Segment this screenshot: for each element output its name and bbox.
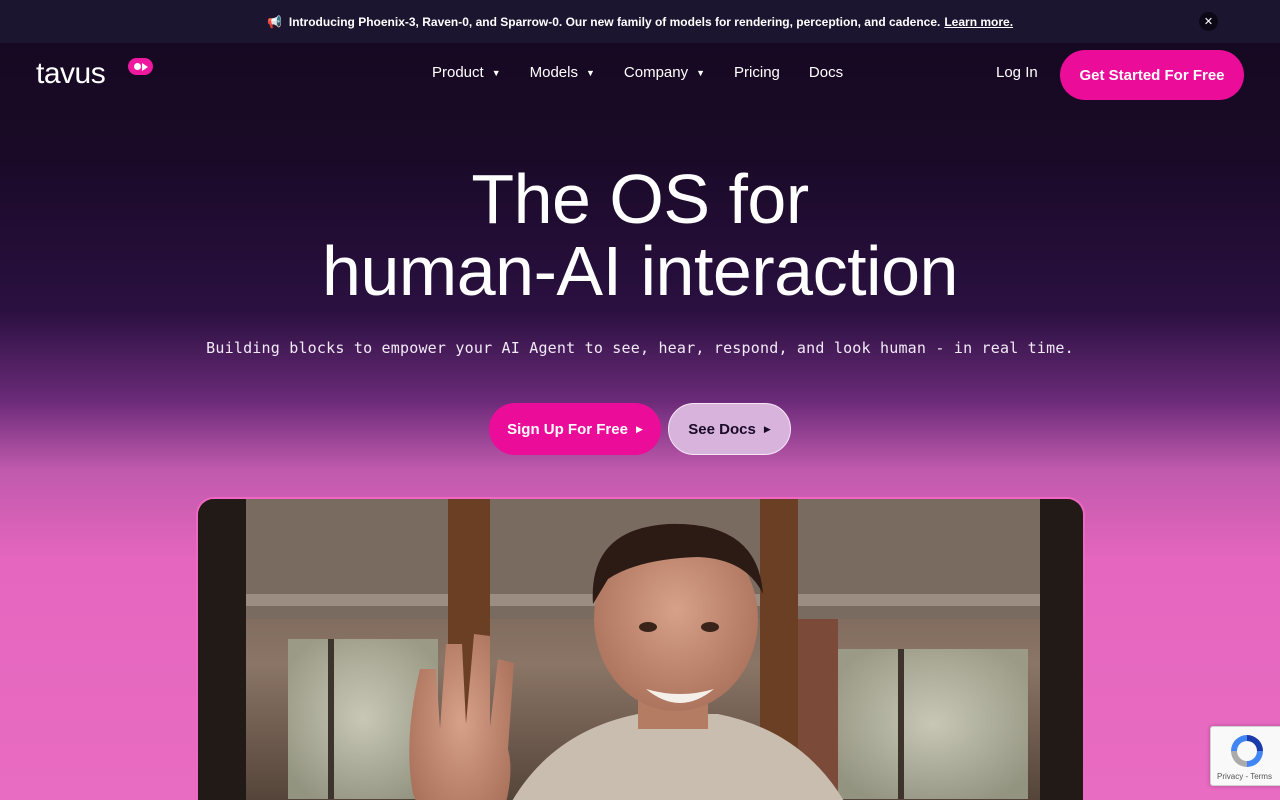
logo-wordmark: tavus bbox=[36, 57, 106, 90]
play-arrow-icon: ▶ bbox=[763, 423, 771, 434]
recaptcha-badge[interactable]: Privacy - Terms bbox=[1210, 726, 1280, 786]
learn-more-link[interactable]: Learn more. bbox=[944, 15, 1013, 29]
caret-down-icon: ▼ bbox=[585, 67, 595, 78]
announcement-text: Introducing Phoenix-3, Raven-0, and Spar… bbox=[288, 14, 941, 29]
nav-item-models[interactable]: Models ▼ bbox=[530, 64, 595, 81]
sign-up-label: Sign Up For Free bbox=[507, 420, 628, 438]
see-docs-label: See Docs bbox=[688, 420, 756, 438]
caret-down-icon: ▼ bbox=[696, 67, 706, 78]
see-docs-button[interactable]: See Docs ▶ bbox=[668, 403, 791, 455]
nav-item-label: Docs bbox=[808, 64, 844, 81]
hero-title-line1: The OS for bbox=[471, 160, 809, 238]
nav-item-label: Models bbox=[529, 64, 578, 81]
nav-item-company[interactable]: Company ▼ bbox=[624, 64, 705, 81]
nav-item-pricing[interactable]: Pricing bbox=[734, 64, 780, 81]
nav-item-product[interactable]: Product ▼ bbox=[432, 64, 501, 81]
hero-video[interactable] bbox=[196, 497, 1085, 800]
hero-title: The OS for human-AI interaction bbox=[0, 163, 1280, 307]
sign-up-button[interactable]: Sign Up For Free ▶ bbox=[489, 403, 661, 455]
nav-item-docs[interactable]: Docs bbox=[809, 64, 843, 81]
login-link[interactable]: Log In bbox=[996, 64, 1038, 81]
top-navigation: tavus Product ▼ Models ▼ Company ▼ Prici… bbox=[0, 43, 1280, 105]
hero-title-line2: human-AI interaction bbox=[322, 232, 958, 310]
close-icon[interactable]: ✕ bbox=[1199, 12, 1218, 31]
recaptcha-terms[interactable]: Privacy - Terms bbox=[1217, 772, 1272, 781]
hero-subtitle: Building blocks to empower your AI Agent… bbox=[206, 339, 1074, 357]
recaptcha-icon bbox=[1231, 735, 1263, 767]
nav-item-label: Product bbox=[432, 64, 484, 81]
logo-badge-icon bbox=[128, 58, 153, 75]
caret-down-icon: ▼ bbox=[491, 67, 501, 78]
play-arrow-icon: ▶ bbox=[635, 423, 643, 434]
nav-item-label: Pricing bbox=[734, 64, 780, 81]
get-started-button[interactable]: Get Started For Free bbox=[1060, 50, 1244, 100]
announcement-bar: 📢 Introducing Phoenix-3, Raven-0, and Sp… bbox=[0, 0, 1280, 43]
main-menu: Product ▼ Models ▼ Company ▼ Pricing Doc… bbox=[432, 64, 872, 81]
tavus-logo[interactable]: tavus bbox=[36, 57, 153, 91]
video-still-image bbox=[198, 499, 1083, 800]
nav-item-label: Company bbox=[623, 64, 689, 81]
megaphone-icon: 📢 bbox=[266, 14, 282, 29]
